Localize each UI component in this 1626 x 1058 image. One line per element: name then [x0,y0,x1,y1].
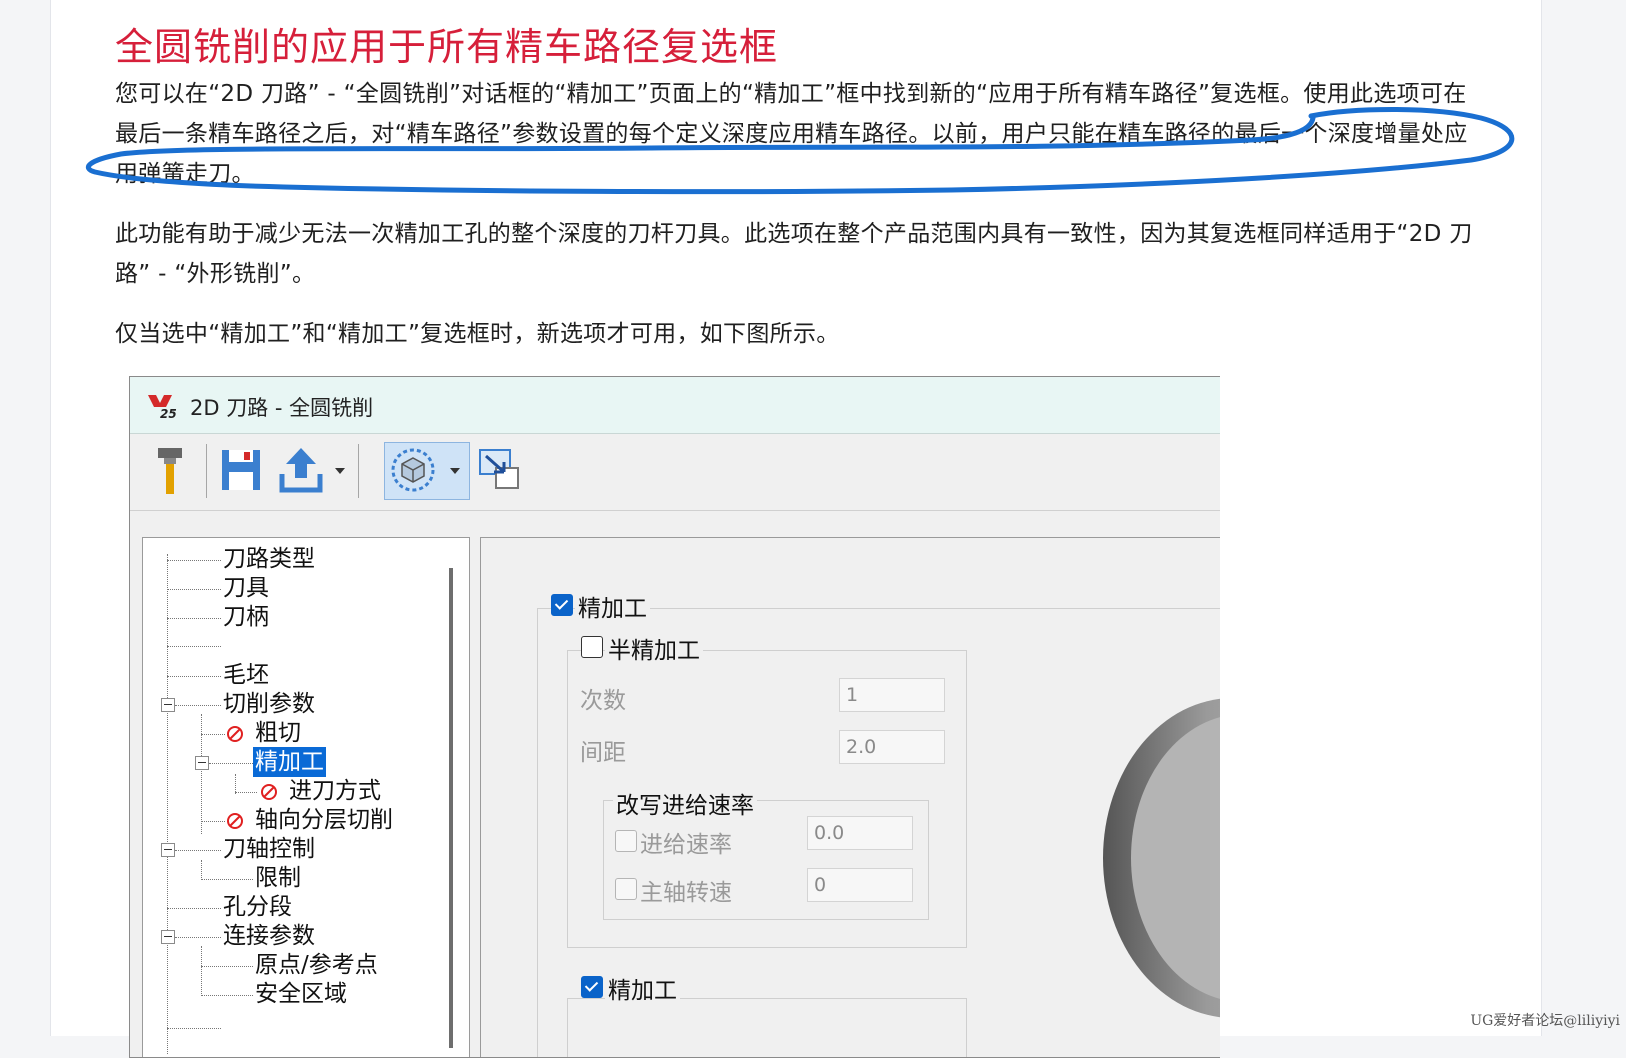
tree-connector [175,705,221,706]
tree-connector [235,792,257,793]
tree-scrollbar[interactable] [449,568,453,1048]
tree-connector [167,589,221,590]
feed-rate-field[interactable]: 0.0 [807,816,913,850]
tree-connector [201,879,253,880]
passes-field[interactable]: 1 [839,678,945,712]
tree-item-limits[interactable]: 限制 [255,863,301,893]
shrink-window-icon [479,449,519,489]
tree-item-linking-params[interactable]: 连接参数 [223,921,315,951]
tree-connector [201,966,253,967]
finish2-group-box [567,998,967,1057]
spindle-speed-label: 主轴转速 [640,880,732,906]
dialog-toolbar [130,434,1220,511]
feed-rate-label: 进给速率 [640,832,732,858]
article-title: 全圆铣削的应用于所有精车路径复选框 [115,25,779,69]
tree-item-axis-control[interactable]: 刀轴控制 [223,834,315,864]
tree-connector [175,937,221,938]
save-icon [222,450,260,490]
tree-connector [209,763,253,764]
view-cube-button[interactable] [386,442,440,498]
paragraph-3: 仅当选中“精加工”和“精加工”复选框时，新选项才可用，如下图所示。 [115,321,840,347]
tree-item-holder[interactable]: 刀柄 [223,602,269,632]
tree-item-cut-params[interactable]: 切削参数 [223,689,315,719]
finish-settings-panel: 精加工 半精加工 次数 1 间距 2.0 改写进给速率 进给速率 0.0 主轴转… [480,537,1220,1057]
tree-connector [235,774,236,794]
tree-item-tool[interactable]: 刀具 [223,573,269,603]
spacing-label: 间距 [580,740,626,766]
tree-item-safety-zone[interactable]: 安全区域 [255,979,347,1009]
tree-connector [201,714,202,834]
tree-connector [201,995,253,996]
spindle-speed-checkbox[interactable] [615,878,637,900]
view-cube-icon [391,448,435,492]
disabled-icon [227,813,243,829]
parameter-tree: 刀路类型 刀具 刀柄 毛坯 切削参数 粗切 精加工 进刀方式 轴向分层切削 刀轴… [142,537,470,1057]
tree-item-lead-in[interactable]: 进刀方式 [289,776,381,806]
tree-connector [175,850,221,851]
tree-connector [201,734,225,735]
spacing-field[interactable]: 2.0 [839,730,945,764]
tree-collapse-toggle[interactable] [195,756,209,770]
semi-finish-checkbox[interactable] [581,636,603,658]
finish-checkbox[interactable] [551,594,573,616]
tree-item-home-ref-points[interactable]: 原点/参考点 [255,950,378,980]
tree-item-toolpath-type[interactable]: 刀路类型 [223,544,315,574]
toolbar-separator [358,444,359,498]
finish2-checkbox[interactable] [581,976,603,998]
tree-connector [167,908,221,909]
tool-holder-icon [158,448,182,494]
tree-item-depth-cuts[interactable]: 轴向分层切削 [255,805,393,835]
passes-label: 次数 [580,688,626,714]
tree-connector [167,676,221,677]
tree-connector [167,1028,221,1029]
chevron-down-icon[interactable] [333,460,347,480]
override-feed-label: 改写进给速率 [613,786,757,820]
tool-button[interactable] [144,442,198,498]
tree-collapse-toggle[interactable] [161,698,175,712]
tree-connector [167,554,168,1054]
tree-connector [167,618,221,619]
tree-connector [201,946,202,996]
save-button[interactable] [214,442,268,498]
mastercam-logo-icon: 25 [148,395,177,419]
watermark: UG爱好者论坛@liliyiyi [1470,1013,1620,1029]
chevron-down-icon[interactable] [448,460,462,480]
tree-item-stock[interactable]: 毛坯 [223,660,269,690]
toolbar-separator [206,444,207,498]
upload-icon [279,448,323,493]
feed-rate-checkbox[interactable] [615,830,637,852]
preview-graphic [1103,698,1220,1018]
finish-label: 精加工 [575,589,650,623]
logo-version-text: 25 [160,407,177,419]
tree-item-hole-segments[interactable]: 孔分段 [223,892,292,922]
tree-connector [201,821,225,822]
tree-item-rough[interactable]: 粗切 [255,718,301,748]
tree-connector [167,560,221,561]
disabled-icon [261,784,277,800]
tree-collapse-toggle[interactable] [161,843,175,857]
tree-connector [201,860,202,880]
dialog-titlebar: 25 2D 刀路 - 全圆铣削 [130,377,1220,434]
spindle-speed-field[interactable]: 0 [807,868,913,902]
semi-finish-label: 半精加工 [605,631,703,665]
tree-item-finish[interactable]: 精加工 [253,747,326,777]
tree-collapse-toggle[interactable] [161,930,175,944]
tree-connector [167,646,221,647]
paragraph-2: 此功能有助于减少无法一次精加工孔的整个深度的刀杆刀具。此选项在整个产品范围内具有… [115,221,1473,287]
paragraph-1: 您可以在“2D 刀路” - “全圆铣削”对话框的“精加工”页面上的“精加工”框中… [115,81,1468,187]
finish2-label: 精加工 [605,971,680,1005]
disabled-icon [227,726,243,742]
dialog-title: 2D 刀路 - 全圆铣削 [190,396,374,420]
export-button[interactable] [274,442,328,498]
minimize-dialog-button[interactable] [474,442,528,498]
toolpath-dialog: 25 2D 刀路 - 全圆铣削 刀路类型 刀具 刀柄 毛坯 切削参数 粗切 精加… [129,376,1220,1058]
article-page: 全圆铣削的应用于所有精车路径复选框 您可以在“2D 刀路” - “全圆铣削”对话… [50,0,1542,1058]
